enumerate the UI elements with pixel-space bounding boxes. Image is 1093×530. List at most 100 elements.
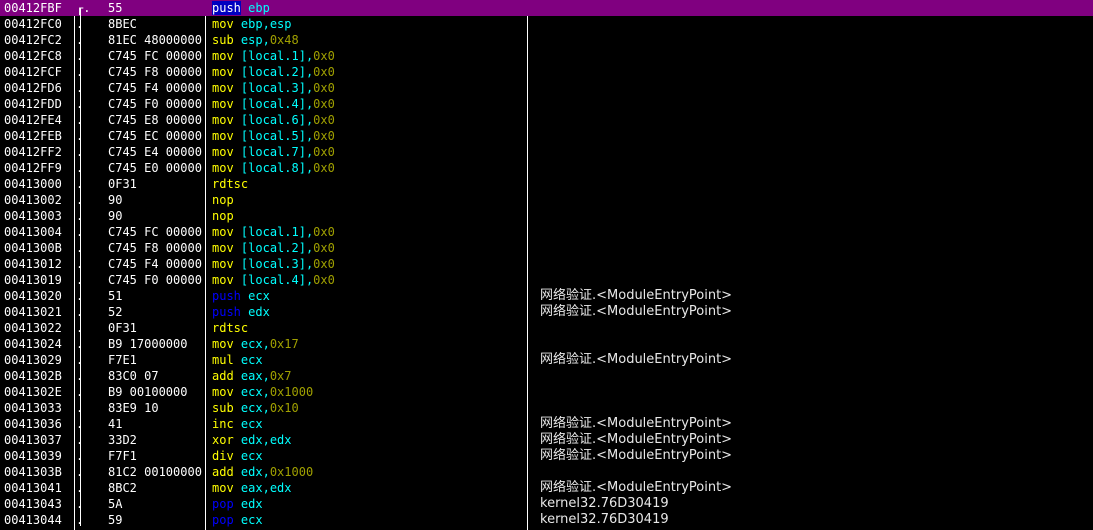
immediate-operand: 0x10 bbox=[269, 401, 299, 415]
hex-bytes-cell: 83E9 10 bbox=[108, 401, 159, 415]
comment-cell bbox=[540, 272, 1090, 288]
instruction-cell: add edx,0x1000 bbox=[212, 464, 524, 480]
register-operand: edx bbox=[240, 497, 263, 511]
comment-cell: 网络验证.<ModuleEntryPoint> bbox=[540, 352, 733, 367]
hex-bytes-cell: C745 FC 00000 bbox=[108, 225, 202, 239]
hex-bytes-cell: C745 EC 00000 bbox=[108, 129, 202, 143]
instruction-cell: nop bbox=[212, 208, 524, 224]
disasm-row[interactable]: 00413003.90nop bbox=[0, 208, 1093, 224]
register-operand: [local.7], bbox=[240, 145, 314, 159]
opcode-mnemonic: pop bbox=[212, 497, 234, 511]
disasm-row[interactable]: 00413012.C745 F4 00000mov [local.3],0x0 bbox=[0, 256, 1093, 272]
hex-bytes-cell: C745 F0 00000 bbox=[108, 273, 202, 287]
disasm-row[interactable]: 00412FE4.C745 E8 00000mov [local.6],0x0 bbox=[0, 112, 1093, 128]
disasm-row[interactable]: 00413039.F7F1div ecx网络验证.<ModuleEntryPoi… bbox=[0, 448, 1093, 464]
disasm-row[interactable]: 00413043.5Apop edxkernel32.76D30419 bbox=[0, 496, 1093, 512]
instruction-cell: mov [local.2],0x0 bbox=[212, 240, 524, 256]
disasm-row[interactable]: 00412FD6.C745 F4 00000mov [local.3],0x0 bbox=[0, 80, 1093, 96]
disasm-row[interactable]: 00412FF9.C745 E0 00000mov [local.8],0x0 bbox=[0, 160, 1093, 176]
disasm-row[interactable]: 00413019.C745 F0 00000mov [local.4],0x0 bbox=[0, 272, 1093, 288]
hex-bytes-cell: 41 bbox=[108, 417, 123, 431]
disasm-row[interactable]: 00413021.52push edx网络验证.<ModuleEntryPoin… bbox=[0, 304, 1093, 320]
disasm-row[interactable]: 00412FC0.8BECmov ebp,esp bbox=[0, 16, 1093, 32]
instruction-cell: mov [local.2],0x0 bbox=[212, 64, 524, 80]
register-operand: ecx bbox=[248, 289, 270, 303]
hex-bytes-cell: 52 bbox=[108, 305, 123, 319]
comment-cell bbox=[540, 32, 1090, 48]
hex-bytes-cell: 5A bbox=[108, 497, 123, 511]
hex-bytes-cell: 51 bbox=[108, 289, 123, 303]
comment-cell bbox=[540, 192, 1090, 208]
disasm-row[interactable]: 00413020.51push ecx网络验证.<ModuleEntryPoin… bbox=[0, 288, 1093, 304]
address-cell: 0041303B bbox=[4, 465, 62, 479]
disasm-row[interactable]: 00413036.41inc ecx网络验证.<ModuleEntryPoint… bbox=[0, 416, 1093, 432]
comment-cell bbox=[540, 64, 1090, 80]
immediate-operand: 0x0 bbox=[313, 81, 335, 95]
opcode-mnemonic: sub bbox=[212, 401, 234, 415]
register-operand: ecx bbox=[240, 513, 263, 527]
immediate-operand: 0x0 bbox=[313, 273, 335, 287]
disasm-row[interactable]: 00413029.F7E1mul ecx网络验证.<ModuleEntryPoi… bbox=[0, 352, 1093, 368]
disasm-row[interactable]: 00413004.C745 FC 00000mov [local.1],0x0 bbox=[0, 224, 1093, 240]
register-operand: [local.3], bbox=[240, 257, 314, 271]
opcode-mnemonic: mov bbox=[212, 49, 234, 63]
address-cell: 00413041 bbox=[4, 481, 62, 495]
address-cell: 00413024 bbox=[4, 337, 62, 351]
disasm-row[interactable]: 00413024.B9 17000000mov ecx,0x17 bbox=[0, 336, 1093, 352]
disasm-row[interactable]: 00413044.59pop ecxkernel32.76D30419 bbox=[0, 512, 1093, 528]
disasm-row[interactable]: 0041302B.83C0 07add eax,0x7 bbox=[0, 368, 1093, 384]
opcode-mnemonic: mov bbox=[212, 17, 234, 31]
comment-cell: kernel32.76D30419 bbox=[540, 512, 669, 527]
comment-cell bbox=[540, 128, 1090, 144]
opcode-mnemonic: mov bbox=[212, 241, 234, 255]
disasm-row[interactable]: 00413041.8BC2mov eax,edx网络验证.<ModuleEntr… bbox=[0, 480, 1093, 496]
address-cell: 00413021 bbox=[4, 305, 62, 319]
opcode-mnemonic: mov bbox=[212, 145, 234, 159]
register-operand: eax, bbox=[240, 369, 270, 383]
disasm-row[interactable]: 0041302E.B9 00100000mov ecx,0x1000 bbox=[0, 384, 1093, 400]
immediate-operand: 0x0 bbox=[313, 225, 335, 239]
register-operand: edx, bbox=[240, 465, 270, 479]
opcode-mnemonic: add bbox=[212, 369, 234, 383]
disasm-row[interactable]: 00412FF2.C745 E4 00000mov [local.7],0x0 bbox=[0, 144, 1093, 160]
comment-cell bbox=[540, 0, 1090, 16]
opcode-mnemonic: mov bbox=[212, 385, 234, 399]
opcode-mnemonic: mov bbox=[212, 113, 234, 127]
instruction-cell: rdtsc bbox=[212, 320, 524, 336]
comment-cell bbox=[540, 224, 1090, 240]
register-operand: [local.2], bbox=[240, 241, 314, 255]
disasm-row[interactable]: 0041303B.81C2 00100000add edx,0x1000 bbox=[0, 464, 1093, 480]
instruction-cell: mov ecx,0x1000 bbox=[212, 384, 524, 400]
instruction-cell: mov eax,edx bbox=[212, 480, 524, 496]
address-cell: 00413012 bbox=[4, 257, 62, 271]
disassembly-pane[interactable]: 00412FBF┌.55push ebp00412FC0.8BECmov ebp… bbox=[0, 0, 1093, 530]
disasm-row[interactable]: 00413000.0F31rdtsc bbox=[0, 176, 1093, 192]
opcode-mnemonic: rdtsc bbox=[212, 321, 249, 335]
register-operand: ecx bbox=[240, 353, 263, 367]
disasm-row[interactable]: 00412FCF.C745 F8 00000mov [local.2],0x0 bbox=[0, 64, 1093, 80]
comment-cell bbox=[540, 176, 1090, 192]
disasm-row[interactable]: 00413033.83E9 10sub ecx,0x10 bbox=[0, 400, 1093, 416]
instruction-cell: mov [local.6],0x0 bbox=[212, 112, 524, 128]
function-bracket-line bbox=[80, 8, 81, 526]
disasm-row[interactable]: 00413002.90nop bbox=[0, 192, 1093, 208]
disasm-row[interactable]: 00412FDD.C745 F0 00000mov [local.4],0x0 bbox=[0, 96, 1093, 112]
disasm-row[interactable]: 00413037.33D2xor edx,edx网络验证.<ModuleEntr… bbox=[0, 432, 1093, 448]
disasm-row[interactable]: 0041300B.C745 F8 00000mov [local.2],0x0 bbox=[0, 240, 1093, 256]
register-operand: ecx, bbox=[240, 337, 270, 351]
instruction-cell: add eax,0x7 bbox=[212, 368, 524, 384]
hex-bytes-cell: 0F31 bbox=[108, 177, 137, 191]
address-cell: 00412FC0 bbox=[4, 17, 62, 31]
opcode-mnemonic: mov bbox=[212, 225, 234, 239]
immediate-operand: 0x1000 bbox=[269, 465, 314, 479]
register-operand: [local.1], bbox=[240, 49, 314, 63]
instruction-cell: mov ebp,esp bbox=[212, 16, 524, 32]
hex-bytes-cell: 83C0 07 bbox=[108, 369, 159, 383]
disasm-row[interactable]: 00412FC8.C745 FC 00000mov [local.1],0x0 bbox=[0, 48, 1093, 64]
address-cell: 00413039 bbox=[4, 449, 62, 463]
disasm-row[interactable]: 00412FC2.81EC 48000000sub esp,0x48 bbox=[0, 32, 1093, 48]
register-operand: [local.4], bbox=[240, 97, 314, 111]
disasm-row[interactable]: 00413022.0F31rdtsc bbox=[0, 320, 1093, 336]
disasm-row[interactable]: 00412FBF ┌. 55 push ebp bbox=[0, 0, 1093, 16]
disasm-row[interactable]: 00412FEB.C745 EC 00000mov [local.5],0x0 bbox=[0, 128, 1093, 144]
